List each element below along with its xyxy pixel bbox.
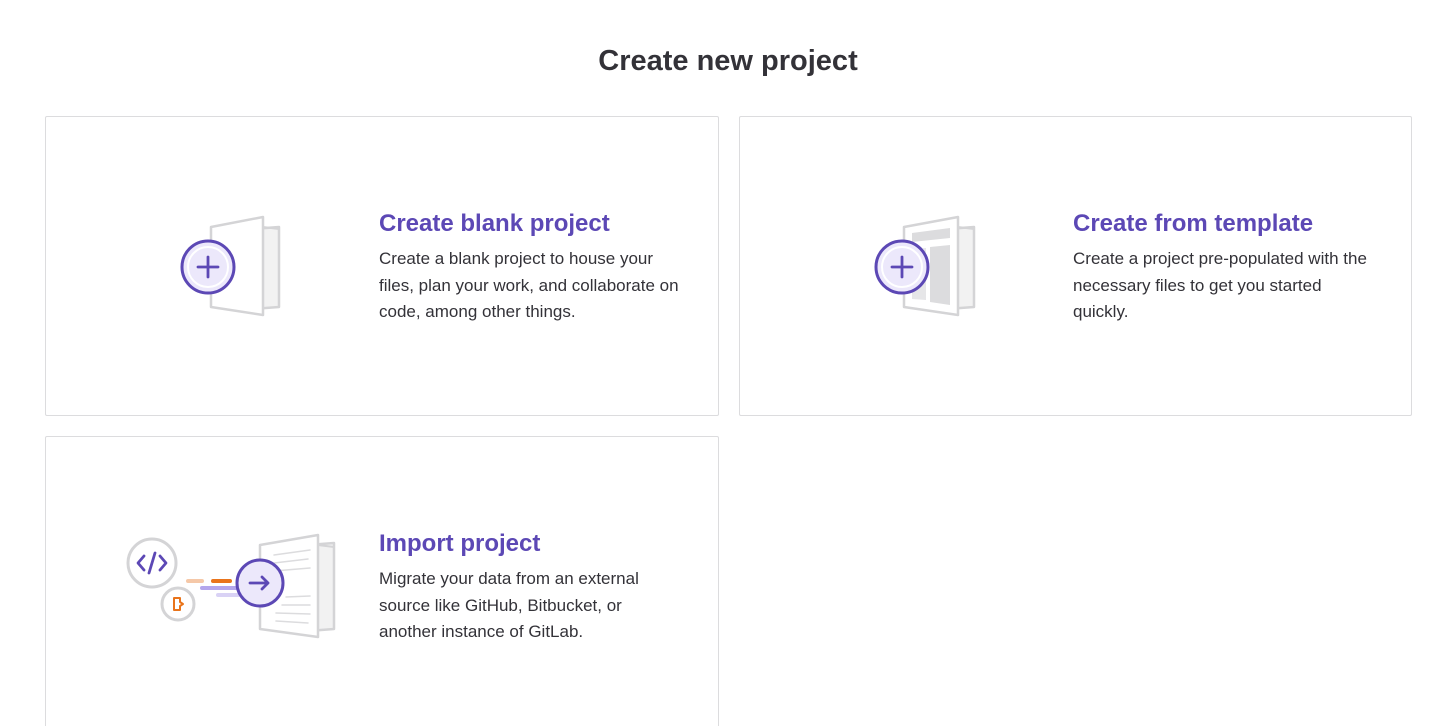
page-title: Create new project <box>598 45 858 77</box>
create-blank-project-card[interactable]: Create blank project Create a blank proj… <box>45 116 719 416</box>
create-from-template-card[interactable]: Create from template Create a project pr… <box>739 116 1412 416</box>
card-title: Create from template <box>1073 210 1314 237</box>
card-text: Create blank project Create a blank proj… <box>379 208 679 326</box>
card-description: Create a blank project to house your fil… <box>379 249 679 321</box>
import-project-card[interactable]: Import project Migrate your data from an… <box>45 436 719 726</box>
new-project-page: Create new project Create blank project … <box>0 0 1456 726</box>
card-title: Import project <box>379 530 541 557</box>
card-text: Create from template Create a project pr… <box>1073 208 1373 326</box>
card-title: Create blank project <box>379 210 610 237</box>
card-text: Import project Migrate your data from an… <box>379 528 679 646</box>
card-description: Create a project pre-populated with the … <box>1073 249 1367 321</box>
card-description: Migrate your data from an external sourc… <box>379 569 639 641</box>
